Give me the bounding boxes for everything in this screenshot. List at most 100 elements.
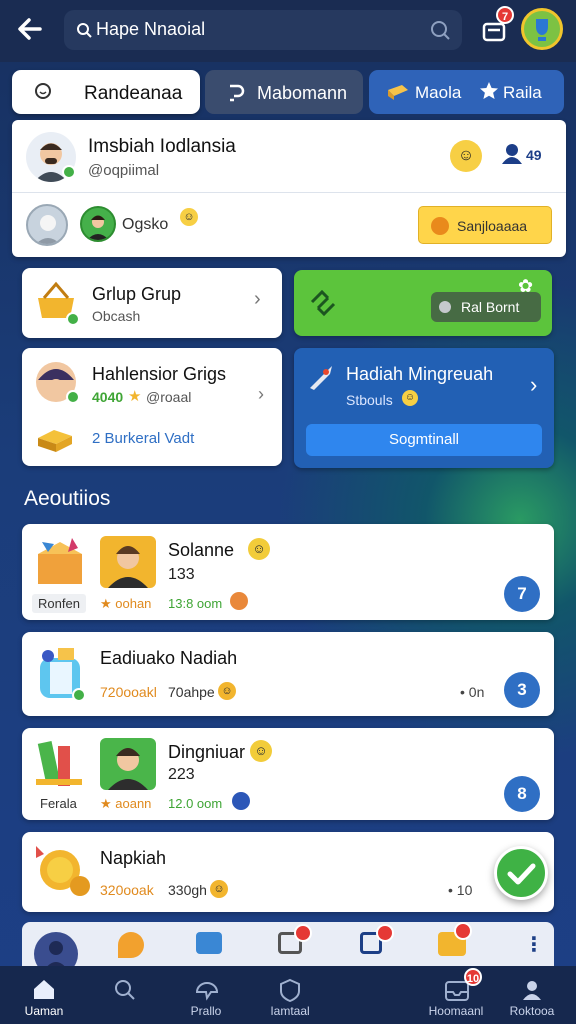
search-icon <box>77 23 92 38</box>
diamond-icon <box>439 301 451 313</box>
chevron-right-icon: › <box>254 288 261 310</box>
tab-maola[interactable]: Maola Raila <box>369 70 564 114</box>
activity-count[interactable]: 7 <box>504 576 540 612</box>
star-icon <box>480 82 498 99</box>
action-label: Sanjloaaaa <box>457 218 528 234</box>
nav-account[interactable]: Roktooa <box>500 976 564 1022</box>
clear-search-icon[interactable] <box>430 20 450 40</box>
nav-shield[interactable]: Iamtaal <box>258 976 322 1022</box>
chat-icon <box>195 982 219 1001</box>
profile-name: Imsbiah Iodlansia <box>88 136 236 157</box>
activity-row[interactable]: Eadiuako Nadiah 720ooakl 70ahpe ☺ • 0n 3 <box>22 632 554 716</box>
coins-icon <box>36 846 90 896</box>
trophy-icon <box>536 19 548 41</box>
activity-stat1: ★ aoann <box>100 796 152 811</box>
activity-count[interactable]: 3 <box>504 672 540 708</box>
nav-label: Uaman <box>24 1004 64 1018</box>
medal-icon: ☺ <box>250 740 272 762</box>
activity-avatar <box>100 536 156 588</box>
nav-home[interactable]: Uaman <box>12 976 76 1022</box>
profile-handle: @oqpiimal <box>88 162 160 179</box>
search-icon <box>35 83 51 99</box>
group-sub: Obcash <box>92 308 141 324</box>
shield-icon[interactable] <box>118 932 144 958</box>
tab-label: Mabomann <box>257 83 348 103</box>
hall-stat-rest: @roaal <box>146 389 192 405</box>
share-icon[interactable] <box>196 932 222 954</box>
notification-dot <box>376 924 394 942</box>
hall-card[interactable]: Hahlensior Grigs 4040 ★ @roaal › 2 Burke… <box>22 348 282 466</box>
medal-icon: ☺ <box>248 538 270 560</box>
friend-avatar-2[interactable] <box>80 206 116 242</box>
friend-name: Ogsko <box>122 216 169 233</box>
back-button[interactable] <box>14 14 46 44</box>
clover-icon: ✿ <box>518 276 534 296</box>
nav-label: Roktooa <box>509 1004 555 1018</box>
activity-row[interactable]: Ronfen Solanne ☺ 133 ★ oohan 13:8 oom 7 <box>22 524 554 620</box>
hall-link[interactable]: 2 Burkeral Vadt <box>92 430 194 447</box>
tab-label: Maola <box>415 83 462 102</box>
group-card[interactable]: Grlup Grup Obcash › <box>22 268 282 338</box>
shield-icon <box>280 978 300 1002</box>
arrow-left-icon <box>18 18 42 40</box>
profile-avatar[interactable] <box>521 8 563 50</box>
activity-name: Solanne <box>168 540 235 560</box>
inbox-button[interactable]: 7 <box>480 6 514 44</box>
home-icon <box>34 980 54 999</box>
notification-badge: 7 <box>496 6 514 24</box>
weekly-title: Hadiah Mingreuah <box>346 364 494 384</box>
search-input[interactable]: Hape Nnaoial <box>96 19 205 40</box>
green-promo-card[interactable]: Ral Bornt ✿ <box>294 270 552 336</box>
check-icon <box>507 863 536 885</box>
online-status-icon <box>72 688 86 702</box>
books-icon <box>36 741 82 786</box>
nav-search[interactable] <box>92 976 156 1022</box>
activity-side: • 0n <box>460 684 485 700</box>
activity-stat2: 13:8 oom <box>168 596 223 611</box>
notification-dot <box>294 924 312 942</box>
nav-profile[interactable]: Prallo <box>174 976 238 1022</box>
smiley-icon[interactable]: ☺ <box>450 140 482 172</box>
promo-button-label: Ral Bornt <box>461 299 520 315</box>
smiley-icon: ☺ <box>180 208 198 226</box>
activity-value: 223 <box>168 766 195 783</box>
profile-card: Imsbiah Iodlansia @oqpiimal ☺ 49 Ogsko ☺… <box>12 120 566 257</box>
smiley-icon: ☺ <box>218 682 236 700</box>
nav-label: Prallo <box>190 1004 222 1018</box>
tab-label: Raila <box>503 83 542 102</box>
activity-stat2: 330gh <box>168 882 207 898</box>
activity-caption: Ferala <box>40 796 77 811</box>
weekly-reward-card[interactable]: Hadiah Mingreuah Stbouls ☺ › Sogmtinall <box>294 348 554 468</box>
activity-stat1: 720ooakl <box>100 684 157 700</box>
inbox-badge: 10 <box>464 968 482 986</box>
person-icon <box>35 215 61 244</box>
nav-label: Hoomaanl <box>428 1004 484 1018</box>
more-icon[interactable]: ⋮ <box>524 932 544 957</box>
nav-inbox[interactable]: 10 Hoomaanl <box>424 968 490 1022</box>
tab-mabomann[interactable]: Mabomann <box>205 70 363 114</box>
person-icon <box>108 546 148 588</box>
tab-randeanaa[interactable]: Randeanaa <box>12 70 200 114</box>
tab-label: Randeanaa <box>84 83 183 104</box>
activity-stat2: 70ahpe <box>168 684 215 700</box>
action-button[interactable]: Sanjloaaaa <box>418 206 552 244</box>
hall-title: Hahlensior Grigs <box>92 364 227 384</box>
group-title: Grlup Grup <box>92 284 182 304</box>
online-status-icon <box>66 312 80 326</box>
smiley-icon: ☺ <box>402 390 418 406</box>
activity-row[interactable]: Ferala Dingniuar ☺ 223 ★ aoann 12.0 oom … <box>22 728 554 820</box>
search-field[interactable]: Hape Nnaoial <box>64 10 462 50</box>
activity-row[interactable]: Napkiah 320ooak 330gh ☺ • 10 <box>22 832 554 912</box>
activity-caption: Ronfen <box>32 594 86 613</box>
online-status-icon <box>62 165 76 179</box>
link-icon <box>230 84 245 102</box>
person-icon <box>108 748 148 790</box>
activity-count[interactable]: 8 <box>504 776 540 812</box>
chevron-right-icon: › <box>530 372 538 397</box>
friend-avatar[interactable] <box>26 204 68 246</box>
confirm-fab[interactable] <box>494 846 548 900</box>
activity-avatar <box>100 738 156 790</box>
activity-name: Eadiuako Nadiah <box>100 648 238 668</box>
activity-stat1: 320ooak <box>100 882 154 898</box>
weekly-button[interactable]: Sogmtinall <box>306 424 542 456</box>
